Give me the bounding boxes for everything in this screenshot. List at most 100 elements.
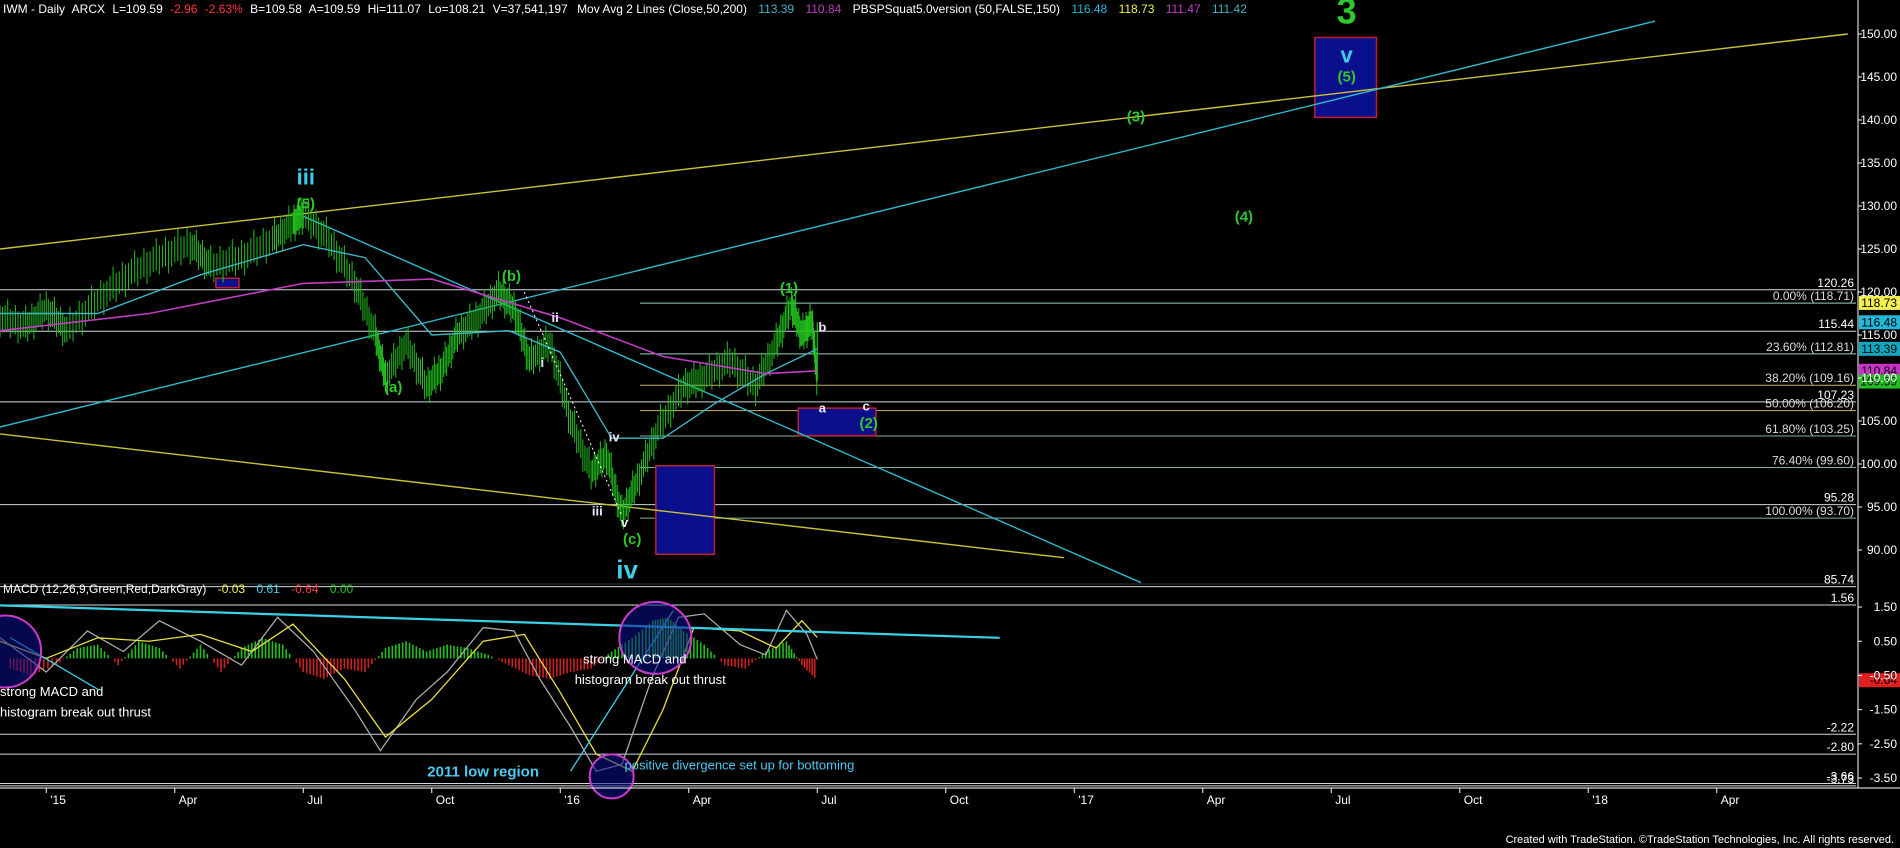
x-tick-label: Oct [1464,793,1483,807]
header-pbs-v1: 116.48 [1071,2,1107,16]
macd-level-label: -2.22 [1827,720,1855,734]
price-level-label: 100.00% (93.70) [1765,504,1854,518]
header-exchange: ARCX [72,2,105,16]
header-pbs-v3: 111.47 [1166,2,1201,16]
price-y-tick-label: 90.00 [1867,543,1897,557]
header-mavg-v1: 113.39 [758,2,794,16]
macd-level-label: 1.56 [1831,591,1855,605]
macd-y-tick-label: -2.50 [1870,737,1898,751]
price-y-tick-label: 140.00 [1860,113,1897,127]
header-lo: Lo=108.21 [428,2,485,16]
x-tick-label: Jul [821,793,836,807]
wave-label: v [1341,42,1354,67]
wave-label: (3) [1127,109,1145,126]
macd-header: MACD (12,26,9,Green,Red,DarkGray) -0.03 … [3,582,354,596]
header-mavg-label: Mov Avg 2 Lines (Close,50,200) [577,2,747,16]
macd-header-v2: 0.61 [256,582,280,596]
price-level-label: 95.28 [1824,491,1854,505]
wave-label: (c) [623,531,641,548]
price-level-label: 85.74 [1824,573,1854,587]
price-level-label: 61.80% (103.25) [1765,422,1854,436]
x-tick-label: '17 [1078,793,1094,807]
price-y-tick-label: 105.00 [1860,414,1897,428]
x-tick-label: Apr [1721,793,1740,807]
price-level-label: 23.60% (112.81) [1766,340,1854,354]
header-change: -2.96 [170,2,198,16]
wave-label: (4) [1235,208,1253,225]
x-tick-label: '16 [564,793,580,807]
price-y-tick-label: 130.00 [1860,199,1897,213]
x-tick-label: Jul [307,793,322,807]
macd-annotation: histogram break out thrust [575,672,726,687]
macd-annotation: 2011 low region [427,763,539,780]
header-bid: B=109.58 [250,2,302,16]
wave-label: b [818,320,826,335]
wave-label: iv [616,554,638,584]
x-tick-label: '18 [1592,793,1608,807]
price-y-tick-label: 150.00 [1860,27,1897,41]
x-tick-label: '15 [50,793,66,807]
chart-header: IWM - Daily ARCX L=109.59 -2.96 -2.63% B… [3,2,1247,16]
header-pbs-v4: 111.42 [1212,2,1247,16]
price-y-tick-label: 125.00 [1860,242,1897,256]
macd-annotation: strong MACD and [583,651,686,666]
wave-label: (1) [780,280,798,297]
wave-label: v [621,515,629,530]
macd-annotation: histogram break out thrust [0,704,151,719]
price-y-tick-label: 100.00 [1860,457,1897,471]
chart-background [0,0,1900,848]
wave-label: a [819,400,827,415]
wave-label: 3 [1337,0,1357,32]
header-change-pct: -2.63% [205,2,243,16]
wave-label: iii [592,504,603,519]
price-level-label: 76.40% (99.60) [1772,453,1854,467]
x-tick-label: Jul [1335,793,1350,807]
x-tick-label: Oct [436,793,455,807]
wave-label: ii [552,310,559,325]
price-level-label: 50.00% (106.20) [1765,397,1854,411]
price-level-label: 120.26 [1817,276,1854,290]
macd-y-tick-label: 0.50 [1874,634,1898,648]
wave-label: (5) [297,196,315,213]
wave-label: (b) [502,268,521,285]
x-tick-label: Apr [693,793,712,807]
macd-level-label: -2.80 [1827,740,1855,754]
header-hi: Hi=111.07 [368,2,422,16]
target-box [655,464,716,556]
header-mavg-v2: 110.84 [805,2,841,16]
price-value-tag-label: 113.39 [1861,342,1897,356]
macd-header-v4: 0.00 [330,582,354,596]
macd-header-label: MACD (12,26,9,Green,Red,DarkGray) [3,582,206,596]
x-tick-label: Oct [950,793,969,807]
header-volume: V=37,541,197 [493,2,568,16]
x-tick-label: Apr [1207,793,1226,807]
header-last: L=109.59 [112,2,163,16]
target-box [215,277,240,289]
macd-annotation: strong MACD and [0,684,103,699]
price-level-label: 0.00% (118.71) [1773,289,1854,303]
wave-label: (2) [859,415,877,432]
price-level-label: 115.44 [1818,317,1854,331]
wave-label: (a) [384,379,402,396]
price-y-tick-label: 145.00 [1860,70,1897,84]
wave-label: c [862,399,869,414]
price-y-tick-label: 110.00 [1861,371,1897,385]
header-pbs-label: PBSPSquat5.0version (50,FALSE,150) [853,2,1060,16]
macd-y-tick-label: -0.50 [1870,668,1898,682]
macd-level-label: -3.66 [1827,770,1855,784]
macd-y-tick-label: 1.50 [1874,600,1898,614]
macd-header-v3: -0.64 [291,582,319,596]
macd-header-v1: -0.03 [218,582,246,596]
wave-label: iii [297,165,315,190]
wave-label: (5) [1338,68,1356,85]
header-ask: A=109.59 [309,2,361,16]
macd-annotation: positive divergence set up for bottoming [625,758,855,773]
price-y-tick-label: 95.00 [1867,500,1897,514]
credit-footer: Created with TradeStation. ©TradeStation… [1505,834,1894,846]
wave-label: iv [609,430,621,445]
price-y-tick-label: 120.00 [1860,285,1897,299]
price-y-tick-label: 135.00 [1860,156,1897,170]
chart-canvas: 120.260.00% (118.71) 115.44 23.60% (112.81… [0,0,1900,848]
price-y-tick-label: 115.00 [1861,328,1897,342]
macd-y-tick-label: -3.50 [1870,771,1898,785]
